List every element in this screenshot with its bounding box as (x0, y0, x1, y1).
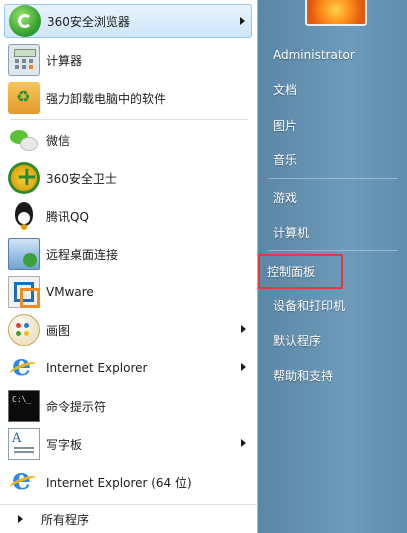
command-prompt-icon (8, 390, 40, 422)
vmware-icon (8, 276, 40, 308)
devices-printers-link[interactable]: 设备和打印机 (266, 291, 402, 319)
pictures-label: 图片 (273, 118, 298, 133)
program-paint[interactable]: 画图 (4, 313, 252, 347)
help-support-label: 帮助和支持 (273, 368, 334, 383)
program-label: 远程桌面连接 (46, 247, 119, 262)
user-avatar[interactable] (305, 0, 367, 26)
paint-icon (8, 314, 40, 346)
program-remote-desktop[interactable]: 远程桌面连接 (4, 237, 252, 271)
internet-explorer-icon (8, 462, 40, 498)
places-pane: Administrator 文档 图片 音乐 游戏 计算机 控制面板 设备和打印… (258, 0, 407, 533)
all-programs-button[interactable]: 所有程序 (0, 504, 258, 533)
calculator-icon (8, 44, 40, 76)
expand-arrow-icon (18, 515, 23, 523)
default-programs-link[interactable]: 默认程序 (266, 326, 402, 354)
security-guard-360-icon (8, 162, 40, 194)
documents-label: 文档 (273, 82, 298, 97)
computer-label: 计算机 (273, 225, 310, 240)
program-internet-explorer-64[interactable]: Internet Explorer (64 位) (4, 462, 252, 499)
internet-explorer-icon (8, 348, 40, 384)
games-label: 游戏 (273, 190, 298, 205)
qq-icon (8, 200, 40, 232)
program-360-security-guard[interactable]: 360安全卫士 (4, 161, 252, 195)
programs-pane: 360安全浏览器 计算器 强力卸载电脑中的软件 微信 360安全卫士 腾讯QQ … (0, 0, 258, 533)
wechat-icon (8, 124, 40, 156)
submenu-arrow-icon (240, 17, 245, 25)
start-menu: 360安全浏览器 计算器 强力卸载电脑中的软件 微信 360安全卫士 腾讯QQ … (0, 0, 407, 533)
wordpad-icon (8, 428, 40, 460)
program-internet-explorer[interactable]: Internet Explorer (4, 348, 252, 385)
program-wordpad[interactable]: 写字板 (4, 427, 252, 461)
user-name-link[interactable]: Administrator (266, 41, 402, 69)
devices-printers-label: 设备和打印机 (273, 298, 346, 313)
browser-360-icon (9, 5, 41, 37)
remote-desktop-icon (8, 238, 40, 270)
program-label: 腾讯QQ (46, 209, 89, 224)
control-panel-link[interactable]: 控制面板 (258, 254, 343, 289)
program-label: Internet Explorer (46, 361, 148, 375)
submenu-arrow-icon (241, 439, 246, 447)
program-qq[interactable]: 腾讯QQ (4, 199, 252, 233)
program-command-prompt[interactable]: 命令提示符 (4, 389, 252, 423)
separator (10, 119, 248, 120)
computer-link[interactable]: 计算机 (266, 218, 402, 246)
user-name-label: Administrator (273, 48, 355, 62)
all-programs-label: 所有程序 (41, 512, 90, 527)
uninstall-icon (8, 82, 40, 114)
program-label: 命令提示符 (46, 399, 107, 414)
program-label: 写字板 (46, 437, 83, 452)
games-link[interactable]: 游戏 (266, 183, 402, 211)
separator (268, 178, 398, 179)
pictures-link[interactable]: 图片 (266, 111, 402, 139)
program-label: VMware (46, 285, 94, 299)
program-uninstaller[interactable]: 强力卸载电脑中的软件 (4, 81, 252, 115)
program-label: Internet Explorer (64 位) (46, 475, 192, 490)
program-label: 画图 (46, 323, 71, 338)
default-programs-label: 默认程序 (273, 333, 322, 348)
control-panel-label: 控制面板 (267, 265, 316, 279)
program-label: 360安全卫士 (46, 171, 117, 186)
program-vmware[interactable]: VMware (4, 275, 252, 309)
program-label: 微信 (46, 133, 71, 148)
submenu-arrow-icon (241, 363, 246, 371)
music-label: 音乐 (273, 152, 298, 167)
program-label: 360安全浏览器 (47, 14, 130, 29)
music-link[interactable]: 音乐 (266, 145, 402, 173)
separator (268, 250, 398, 251)
help-support-link[interactable]: 帮助和支持 (266, 361, 402, 389)
program-label: 计算器 (46, 53, 83, 68)
program-360-browser[interactable]: 360安全浏览器 (4, 4, 252, 38)
program-calculator[interactable]: 计算器 (4, 43, 252, 77)
documents-link[interactable]: 文档 (266, 75, 402, 103)
program-wechat[interactable]: 微信 (4, 123, 252, 157)
submenu-arrow-icon (241, 325, 246, 333)
program-label: 强力卸载电脑中的软件 (46, 91, 167, 106)
